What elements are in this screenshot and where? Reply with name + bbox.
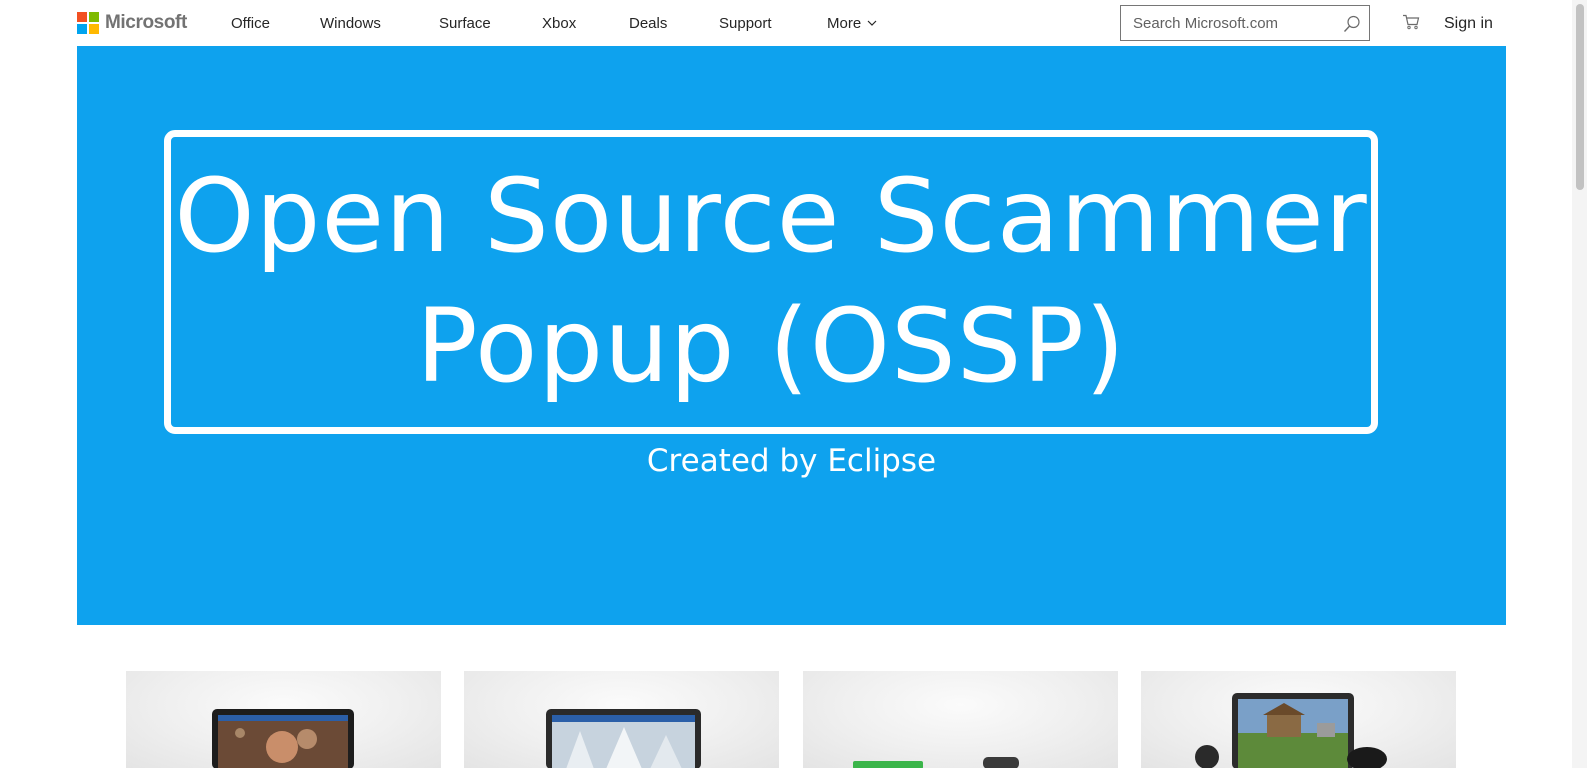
nav-item-label: Surface <box>439 14 491 32</box>
tablet-icon <box>546 709 701 768</box>
laptop-icon <box>1195 693 1387 768</box>
nav-item-label: Deals <box>629 14 668 32</box>
nav-item-more[interactable]: More <box>827 15 877 32</box>
nav-item-office[interactable]: Office <box>231 15 270 32</box>
search-box <box>1120 5 1370 41</box>
cart-button[interactable] <box>1402 14 1422 32</box>
nav-item-label: Office <box>231 14 270 32</box>
scrollbar-thumb[interactable] <box>1576 4 1584 190</box>
page-scrollbar[interactable] <box>1572 0 1587 768</box>
product-tiles <box>0 671 1572 768</box>
site-header: Microsoft Office Windows Surface Xbox De… <box>0 0 1572 46</box>
product-tile[interactable] <box>1141 671 1456 768</box>
product-tile[interactable] <box>464 671 779 768</box>
microsoft-logo-icon <box>77 12 99 34</box>
nav-item-label: More <box>827 14 862 32</box>
search-button[interactable] <box>1341 13 1363 35</box>
nav-item-windows[interactable]: Windows <box>320 15 381 32</box>
hero-banner: Open Source Scammer Popup (OSSP) Created… <box>77 46 1506 625</box>
nav-item-label: Windows <box>320 14 381 32</box>
hero-title-line-2: Popup (OSSP) <box>416 287 1126 406</box>
product-tile[interactable] <box>803 671 1118 768</box>
xbox-console-icon <box>853 757 1019 768</box>
cart-icon <box>1403 14 1420 30</box>
nav-item-surface[interactable]: Surface <box>439 15 491 32</box>
microsoft-logo-link[interactable]: Microsoft <box>77 12 187 34</box>
chevron-down-icon <box>867 20 877 26</box>
brand-name: Microsoft <box>105 12 187 33</box>
laptop-icon <box>212 709 354 768</box>
search-input[interactable] <box>1131 8 1339 38</box>
nav-item-xbox[interactable]: Xbox <box>542 15 576 32</box>
product-tile[interactable] <box>126 671 441 768</box>
nav-item-deals[interactable]: Deals <box>629 15 667 32</box>
hero-title-frame: Open Source Scammer Popup (OSSP) <box>164 130 1378 434</box>
search-icon <box>1343 15 1360 32</box>
nav-item-label: Xbox <box>542 14 577 32</box>
page: Microsoft Office Windows Surface Xbox De… <box>0 0 1587 768</box>
nav-item-label: Support <box>719 14 772 32</box>
sign-in-link[interactable]: Sign in <box>1444 15 1493 33</box>
nav-item-support[interactable]: Support <box>719 15 772 32</box>
hero-subtitle: Created by Eclipse <box>646 443 937 479</box>
hero-title-line-1: Open Source Scammer <box>174 157 1368 276</box>
